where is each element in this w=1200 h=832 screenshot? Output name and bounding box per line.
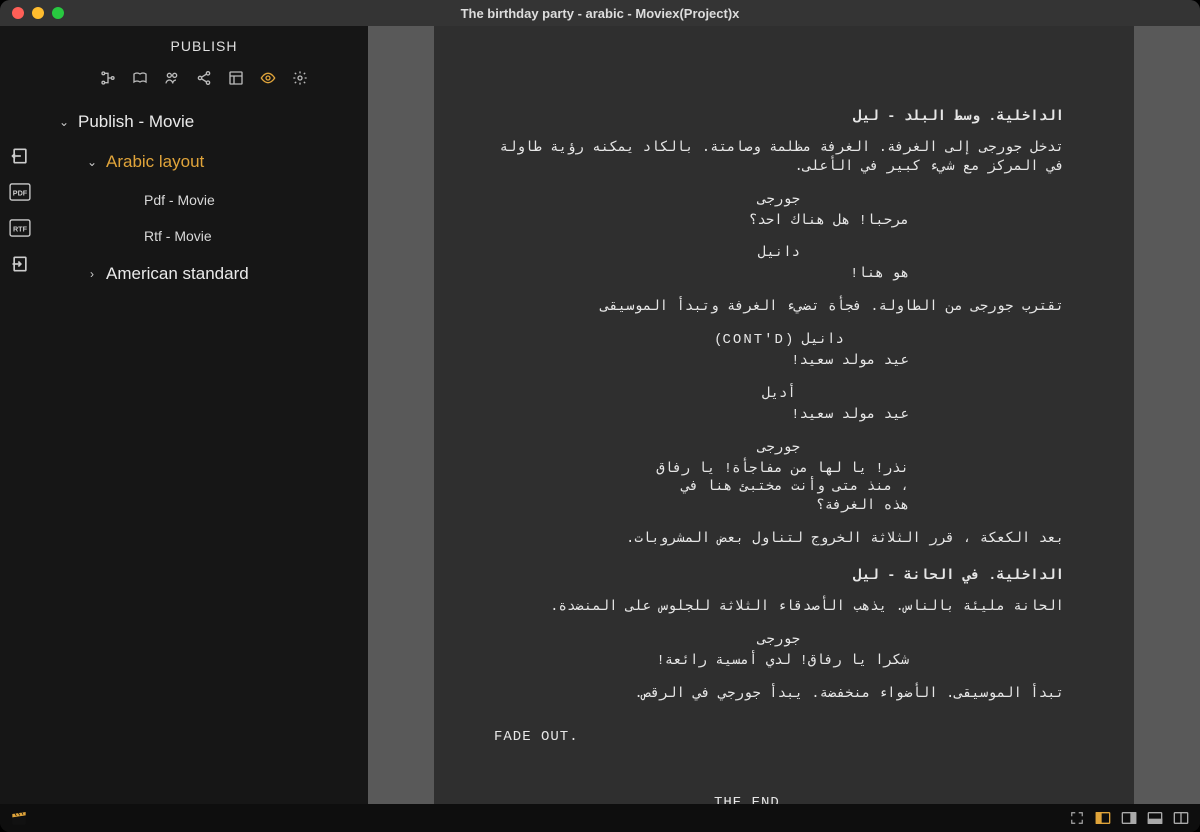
pdf-icon[interactable]: PDF (9, 182, 31, 202)
character-name: دانيل (CONT'D) (494, 331, 1064, 350)
tree-item-arabic-layout[interactable]: ⌄ Arabic layout (50, 142, 358, 182)
dialogue-text: شكرا يا رفاق! لدي أمسية رائعة! (649, 652, 909, 671)
publish-tree: ⌄ Publish - Movie ⌄ Arabic layout Pdf - … (40, 102, 368, 294)
chevron-right-icon: › (86, 267, 98, 281)
statusbar (0, 804, 1200, 832)
action-text: بعد الكعكة ، قرر الثلاثة الخروج لتناول ب… (494, 530, 1064, 549)
tree-item-rtf-movie[interactable]: Rtf - Movie (50, 218, 358, 254)
tree-item-pdf-movie[interactable]: Pdf - Movie (50, 182, 358, 218)
rtf-icon[interactable]: RTF (9, 218, 31, 238)
scene-heading: الداخلية. في الحانة - ليل (494, 567, 1064, 586)
clapboard-icon[interactable] (10, 810, 28, 826)
gear-icon[interactable] (290, 68, 310, 88)
scene-heading: الداخلية. وسط البلد - ليل (494, 108, 1064, 127)
svg-text:PDF: PDF (13, 189, 28, 198)
tree-label: Pdf - Movie (144, 192, 215, 208)
character-name: جورجى (494, 439, 1064, 458)
export-icon[interactable] (9, 146, 31, 166)
left-rail: PDF RTF (0, 26, 40, 804)
action-text: تقترب جورجى من الطاولة. فجأة تضيء الغرفة… (494, 298, 1064, 317)
tree-label: Arabic layout (106, 152, 204, 172)
layout-icon[interactable] (226, 68, 246, 88)
the-end-text: THE END (714, 794, 1064, 804)
panel-left-icon[interactable] (1094, 810, 1112, 826)
tree-root-publish-movie[interactable]: ⌄ Publish - Movie (50, 102, 358, 142)
character-name: جورجى (494, 191, 1064, 210)
book-icon[interactable] (130, 68, 150, 88)
import-icon[interactable] (9, 254, 31, 274)
transition-text: FADE OUT. (494, 728, 1064, 747)
script-page: الداخلية. وسط البلد - ليل تدخل جورجى إلى… (434, 26, 1134, 804)
character-name: أديل (494, 385, 1064, 404)
action-text: الحانة مليئة بالناس. يذهب الأصدقاء الثلا… (494, 598, 1064, 617)
dialogue-text: عيد مولد سعيد! (649, 352, 909, 371)
action-text: تدخل جورجى إلى الغرفة. الغرفة مظلمة وصام… (494, 139, 1064, 177)
dialogue-text: نذر! يا لها من مفاجأة! يا رفاق ، منذ متى… (649, 460, 909, 517)
sidebar-iconbar (40, 62, 368, 102)
tree-label: Publish - Movie (78, 112, 194, 132)
chevron-down-icon: ⌄ (86, 155, 98, 169)
sidebar-header: PUBLISH (40, 26, 368, 62)
action-text: تبدأ الموسيقى. الأضواء منخفضة. يبدأ جورج… (494, 685, 1064, 704)
character-name: دانيل (494, 244, 1064, 263)
tree-label: American standard (106, 264, 249, 284)
dialogue-text: مرحبا! هل هناك احد؟ (649, 212, 909, 231)
eye-icon[interactable] (258, 68, 278, 88)
dialogue-text: هو هنا! (649, 265, 909, 284)
dialogue-text: عيد مولد سعيد! (649, 406, 909, 425)
tree-item-american-standard[interactable]: › American standard (50, 254, 358, 294)
window-title: The birthday party - arabic - Moviex(Pro… (0, 6, 1200, 21)
svg-text:RTF: RTF (13, 225, 28, 234)
tree-icon[interactable] (98, 68, 118, 88)
sidebar: PUBLISH ⌄ Publish - Movie ⌄ Arabic layou… (40, 26, 368, 804)
character-name: جورجى (494, 631, 1064, 650)
users-icon[interactable] (162, 68, 182, 88)
preview-area: الداخلية. وسط البلد - ليل تدخل جورجى إلى… (368, 26, 1200, 804)
chevron-down-icon: ⌄ (58, 115, 70, 129)
panel-bottom-icon[interactable] (1146, 810, 1164, 826)
panel-split-icon[interactable] (1172, 810, 1190, 826)
panel-right-icon[interactable] (1120, 810, 1138, 826)
tree-label: Rtf - Movie (144, 228, 212, 244)
share-icon[interactable] (194, 68, 214, 88)
titlebar: The birthday party - arabic - Moviex(Pro… (0, 0, 1200, 26)
fullscreen-icon[interactable] (1068, 810, 1086, 826)
